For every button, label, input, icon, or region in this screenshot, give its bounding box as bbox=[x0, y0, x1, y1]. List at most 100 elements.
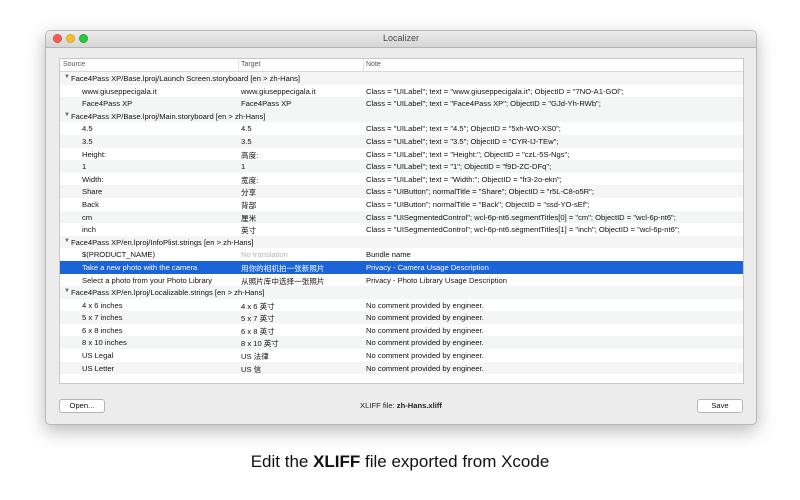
table-row[interactable]: 3.5 3.5 Class = "UILabel"; text = "3.5"; O… bbox=[60, 134, 743, 148]
source-cell: 4 x 6 inches bbox=[82, 300, 123, 310]
table-row[interactable]: www.giuseppecigala.it www.giuseppecigala.… bbox=[60, 85, 743, 98]
table-row[interactable]: US Letter US 信 No comment provided by engi… bbox=[60, 361, 743, 375]
group-row[interactable]: ▼ Face4Pass XP/en.lproj/Localizable.strin… bbox=[60, 286, 743, 299]
group-label: Face4Pass XP/Base.lproj/Main.storyboard … bbox=[71, 111, 266, 121]
target-cell[interactable]: 4 x 6 英寸 bbox=[241, 301, 361, 312]
target-cell[interactable]: 英寸 bbox=[241, 225, 361, 236]
table-row[interactable]: $(PRODUCT_NAME) No translation Bundle name bbox=[60, 248, 743, 261]
table-row[interactable]: Take a new photo with the camera 用你的相机拍一张… bbox=[60, 260, 743, 274]
status-filename: zh-Hans.xliff bbox=[396, 401, 442, 410]
promo-caption: Edit the XLIFF file exported from Xcode bbox=[0, 452, 800, 472]
table-body: ▼ Face4Pass XP/Base.lproj/Launch Screen.s… bbox=[60, 72, 743, 375]
target-cell[interactable]: 5 x 7 英寸 bbox=[241, 313, 361, 324]
source-cell: 1 bbox=[82, 162, 87, 172]
window-title: Localizer bbox=[382, 33, 420, 43]
source-cell: Height: bbox=[82, 149, 107, 159]
localizer-window: Localizer Source Target Note ▼ Face4Pass … bbox=[45, 30, 757, 425]
title-bar[interactable]: Localizer bbox=[46, 31, 756, 48]
note-cell: Class = "UILabel"; text = "Width:"; Obje… bbox=[366, 174, 562, 184]
table-row[interactable]: Select a photo from your Photo Library 从照… bbox=[60, 274, 743, 287]
column-divider[interactable] bbox=[238, 59, 239, 71]
target-cell[interactable]: 背部 bbox=[241, 200, 361, 211]
disclosure-triangle-icon[interactable]: ▼ bbox=[64, 112, 70, 118]
group-row[interactable]: ▼ Face4Pass XP/Base.lproj/Launch Screen.s… bbox=[60, 72, 743, 85]
source-cell: Share bbox=[82, 187, 103, 197]
table-row[interactable]: 4.5 4.5 Class = "UILabel"; text = "4.5"; O… bbox=[60, 122, 743, 135]
table-row[interactable]: 5 x 7 inches 5 x 7 英寸 No comment provided … bbox=[60, 311, 743, 324]
source-cell: cm bbox=[82, 212, 93, 222]
target-cell[interactable]: 3.5 bbox=[241, 137, 361, 146]
disclosure-triangle-icon[interactable]: ▼ bbox=[64, 74, 70, 80]
group-label: Face4Pass XP/en.lproj/InfoPlist.strings … bbox=[71, 237, 254, 247]
note-cell: Class = "UISegmentedControl"; wcl-6p-nt6… bbox=[366, 225, 680, 235]
target-cell[interactable]: US 法律 bbox=[241, 351, 361, 362]
translation-table[interactable]: Source Target Note ▼ Face4Pass XP/Base.lp… bbox=[59, 58, 744, 384]
target-cell[interactable]: www.giuseppecigala.it bbox=[241, 87, 361, 96]
table-row[interactable]: 8 x 10 inches 8 x 10 英寸 No comment provide… bbox=[60, 336, 743, 350]
source-cell: Back bbox=[82, 199, 99, 209]
source-cell: $(PRODUCT_NAME) bbox=[82, 250, 155, 260]
target-cell[interactable]: 4.5 bbox=[241, 124, 361, 133]
table-row[interactable]: US Legal US 法律 No comment provided by engi… bbox=[60, 349, 743, 362]
source-cell: US Letter bbox=[82, 363, 115, 373]
source-cell: www.giuseppecigala.it bbox=[82, 86, 157, 96]
source-cell: US Legal bbox=[82, 351, 114, 361]
table-row[interactable]: 6 x 8 inches 6 x 8 英寸 No comment provided … bbox=[60, 324, 743, 337]
note-cell: No comment provided by engineer. bbox=[366, 363, 484, 373]
note-cell: No comment provided by engineer. bbox=[366, 325, 484, 335]
note-cell: Class = "UILabel"; text = "4.5"; ObjectI… bbox=[366, 124, 561, 134]
note-cell: Bundle name bbox=[366, 250, 411, 260]
column-divider[interactable] bbox=[363, 59, 364, 71]
note-cell: No comment provided by engineer. bbox=[366, 313, 484, 323]
column-header-target[interactable]: Target bbox=[241, 61, 260, 68]
group-row[interactable]: ▼ Face4Pass XP/Base.lproj/Main.storyboard… bbox=[60, 109, 743, 123]
target-cell[interactable]: 6 x 8 英寸 bbox=[241, 326, 361, 337]
group-label: Face4Pass XP/Base.lproj/Launch Screen.st… bbox=[71, 74, 300, 83]
table-row[interactable]: 4 x 6 inches 4 x 6 英寸 No comment provided … bbox=[60, 299, 743, 312]
table-row[interactable]: Back 背部 Class = "UIButton"; normalTitle = … bbox=[60, 198, 743, 211]
note-cell: Class = "UILabel"; text = "Face4Pass XP"… bbox=[366, 99, 601, 109]
source-cell: Width: bbox=[82, 174, 104, 184]
table-row[interactable]: inch 英寸 Class = "UISegmentedControl"; wcl-… bbox=[60, 223, 743, 236]
target-cell[interactable]: 8 x 10 英寸 bbox=[241, 338, 361, 349]
source-cell: inch bbox=[82, 225, 96, 235]
note-cell: No comment provided by engineer. bbox=[366, 351, 484, 361]
source-cell: 5 x 7 inches bbox=[82, 313, 123, 323]
note-cell: No comment provided by engineer. bbox=[366, 338, 484, 348]
column-header-source[interactable]: Source bbox=[63, 61, 85, 68]
table-header: Source Target Note bbox=[60, 59, 743, 72]
target-cell[interactable]: No translation bbox=[241, 250, 361, 259]
source-cell: 6 x 8 inches bbox=[82, 325, 123, 335]
source-cell: Take a new photo with the camera bbox=[82, 262, 198, 272]
table-row[interactable]: Share 分享 Class = "UIButton"; normalTitle =… bbox=[60, 185, 743, 198]
table-row[interactable]: Face4Pass XP Face4Pass XP Class = "UILabel… bbox=[60, 97, 743, 110]
source-cell: 4.5 bbox=[82, 124, 93, 134]
note-cell: Class = "UIButton"; normalTitle = "Back"… bbox=[366, 199, 590, 209]
note-cell: Privacy - Photo Library Usage Descriptio… bbox=[366, 275, 507, 285]
group-row[interactable]: ▼ Face4Pass XP/en.lproj/InfoPlist.strings… bbox=[60, 235, 743, 249]
source-cell: 3.5 bbox=[82, 136, 93, 146]
caption-bold: XLIFF bbox=[313, 452, 361, 471]
target-cell[interactable]: 分享 bbox=[241, 187, 361, 198]
note-cell: Class = "UIButton"; normalTitle = "Share… bbox=[366, 187, 594, 197]
note-cell: Class = "UILabel"; text = "Height:"; Obj… bbox=[366, 149, 570, 159]
target-cell[interactable]: 宽度: bbox=[241, 175, 361, 186]
column-header-note[interactable]: Note bbox=[366, 61, 381, 68]
table-row[interactable]: Width: 宽度: Class = "UILabel"; text = "Widt… bbox=[60, 173, 743, 186]
target-cell[interactable]: 高度: bbox=[241, 150, 361, 161]
disclosure-triangle-icon[interactable]: ▼ bbox=[64, 288, 70, 294]
target-cell[interactable]: 1 bbox=[241, 162, 361, 171]
target-cell[interactable]: US 信 bbox=[241, 364, 361, 375]
target-cell[interactable]: 用你的相机拍一张新照片 bbox=[241, 263, 361, 274]
table-row[interactable]: Height: 高度: Class = "UILabel"; text = "Hei… bbox=[60, 148, 743, 161]
table-row[interactable]: cm 厘米 Class = "UISegmentedControl"; wcl-6p… bbox=[60, 210, 743, 224]
target-cell[interactable]: 厘米 bbox=[241, 213, 361, 224]
caption-suffix: file exported from Xcode bbox=[360, 452, 550, 471]
target-cell[interactable]: Face4Pass XP bbox=[241, 99, 361, 108]
table-row[interactable]: 1 1 Class = "UILabel"; text = "1"; ObjectI… bbox=[60, 160, 743, 173]
note-cell: Privacy - Camera Usage Description bbox=[366, 262, 489, 272]
save-button[interactable]: Save bbox=[697, 399, 743, 413]
source-cell: 8 x 10 inches bbox=[82, 338, 127, 348]
disclosure-triangle-icon[interactable]: ▼ bbox=[64, 238, 70, 244]
target-cell[interactable]: 从照片库中选择一张照片 bbox=[241, 276, 361, 287]
